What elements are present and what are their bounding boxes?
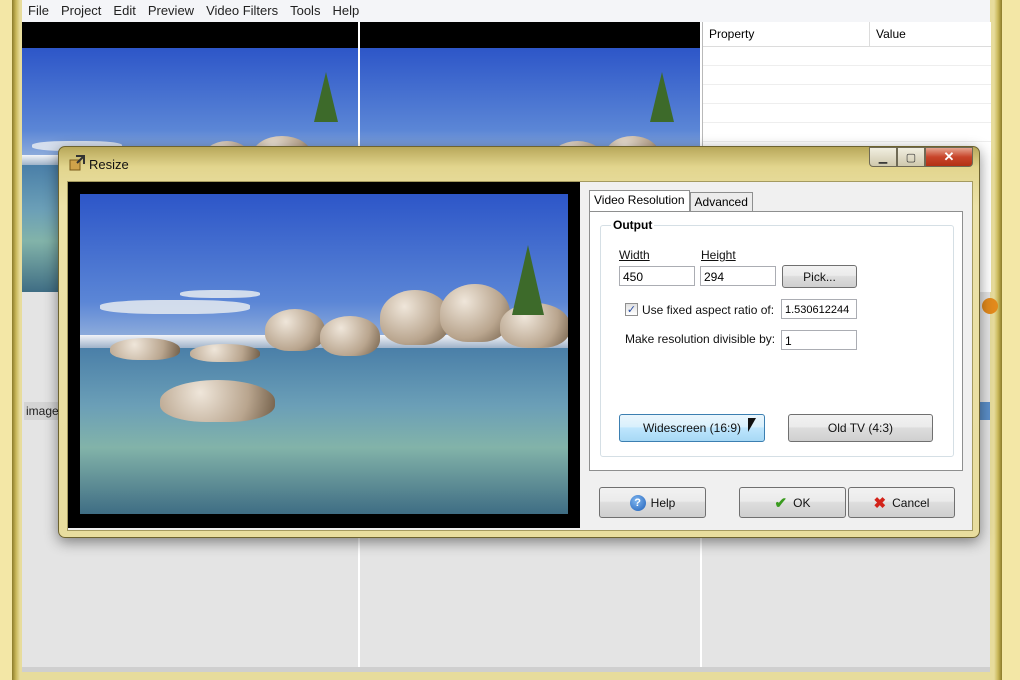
record-icon xyxy=(982,298,998,314)
close-button[interactable]: ✕ xyxy=(925,147,973,167)
maximize-button[interactable]: ▢ xyxy=(897,147,925,167)
cancel-button[interactable]: ✖ Cancel xyxy=(848,487,955,518)
minimize-icon: ▁ xyxy=(878,151,888,164)
menu-edit[interactable]: Edit xyxy=(107,0,141,22)
menu-project[interactable]: Project xyxy=(55,0,107,22)
menu-video-filters[interactable]: Video Filters xyxy=(200,0,284,22)
status-strip xyxy=(22,667,990,672)
menu-help[interactable]: Help xyxy=(326,0,365,22)
minimize-button[interactable]: ▁ xyxy=(869,147,897,167)
resize-dialog: Resize ▁ ▢ ✕ Video Resolution Advanced O… xyxy=(58,146,980,538)
height-label: Height xyxy=(701,248,736,262)
timeline-image-label: image xyxy=(24,402,62,420)
ok-button[interactable]: ✔ OK xyxy=(739,487,846,518)
tab-video-resolution[interactable]: Video Resolution xyxy=(589,190,690,211)
video-resolution-panel: Output Width Height 450 294 Pick... ✓ Us… xyxy=(589,211,963,471)
aspect-ratio-label: Use fixed aspect ratio of: xyxy=(642,303,775,317)
maximize-icon: ▢ xyxy=(905,151,917,164)
old-tv-button[interactable]: Old TV (4:3) xyxy=(788,414,933,442)
menu-preview[interactable]: Preview xyxy=(142,0,200,22)
tab-advanced[interactable]: Advanced xyxy=(689,192,753,211)
resize-app-icon xyxy=(69,155,85,171)
help-button[interactable]: ? Help xyxy=(599,487,706,518)
resize-preview xyxy=(68,182,580,528)
menu-file[interactable]: File xyxy=(22,0,55,22)
menu-tools[interactable]: Tools xyxy=(284,0,326,22)
menu-bar: File Project Edit Preview Video Filters … xyxy=(22,0,990,23)
value-column-header[interactable]: Value xyxy=(870,22,906,46)
divisible-label: Make resolution divisible by: xyxy=(625,332,776,346)
preview-image xyxy=(80,194,568,514)
cancel-button-label: Cancel xyxy=(892,495,930,510)
pick-button[interactable]: Pick... xyxy=(782,265,857,288)
output-group-title: Output xyxy=(611,218,655,232)
divisible-field[interactable]: 1 xyxy=(781,330,857,350)
widescreen-button[interactable]: Widescreen (16:9) xyxy=(619,414,765,442)
mouse-cursor-icon xyxy=(748,418,756,432)
ok-button-label: OK xyxy=(793,495,811,510)
cancel-x-icon: ✖ xyxy=(873,494,887,512)
aspect-ratio-checkbox[interactable]: ✓ xyxy=(625,303,638,316)
dialog-body: Video Resolution Advanced Output Width H… xyxy=(67,181,973,531)
help-button-label: Help xyxy=(650,495,676,510)
height-field[interactable]: 294 xyxy=(700,266,776,286)
aspect-ratio-field[interactable]: 1.530612244 xyxy=(781,299,857,319)
close-icon: ✕ xyxy=(943,149,955,164)
width-label: Width xyxy=(619,248,650,262)
output-group: Output Width Height 450 294 Pick... ✓ Us… xyxy=(600,218,954,457)
width-field[interactable]: 450 xyxy=(619,266,695,286)
checkmark-icon: ✔ xyxy=(774,494,788,512)
dialog-title: Resize xyxy=(89,157,129,172)
property-column-header[interactable]: Property xyxy=(703,22,870,46)
help-icon: ? xyxy=(629,494,646,511)
dialog-tabs: Video Resolution Advanced xyxy=(589,190,753,211)
